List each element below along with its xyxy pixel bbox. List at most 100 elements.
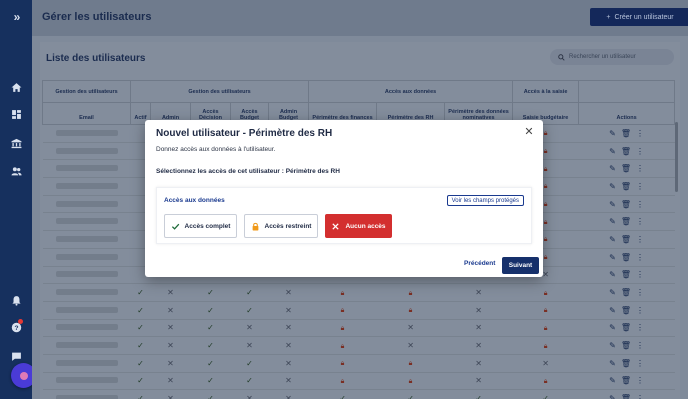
- delete-icon[interactable]: 🗑︎: [621, 359, 631, 368]
- lock-icon: 🔒︎: [543, 165, 548, 173]
- more-icon[interactable]: ⋮: [636, 376, 644, 385]
- cross-icon: ✕: [167, 358, 174, 368]
- delete-icon[interactable]: 🗑︎: [621, 270, 631, 279]
- view-protected-fields-button[interactable]: Voir les champs protégés: [446, 195, 524, 206]
- email-cell: [42, 336, 131, 355]
- column-header: Email: [42, 102, 131, 125]
- edit-icon[interactable]: ✎: [609, 323, 616, 332]
- close-icon[interactable]: ✕: [523, 126, 535, 138]
- lock-icon: 🔒︎: [543, 148, 548, 156]
- cross-icon: ✕: [285, 376, 292, 386]
- delete-icon[interactable]: 🗑︎: [621, 129, 631, 138]
- more-icon[interactable]: ⋮: [636, 200, 644, 209]
- plus-icon: +: [606, 13, 611, 21]
- more-icon[interactable]: ⋮: [636, 164, 644, 173]
- actions-cell: ✎ 🗑︎ ⋮: [578, 248, 675, 267]
- lock-icon: 🔒︎: [340, 377, 345, 385]
- restricted-access-label: Accès restreint: [264, 222, 312, 230]
- edit-icon[interactable]: ✎: [609, 253, 616, 262]
- delete-icon[interactable]: 🗑︎: [621, 164, 631, 173]
- lock-icon: 🔒︎: [340, 342, 345, 350]
- table-cell: ✓: [190, 283, 231, 302]
- sidebar: » ?: [0, 0, 32, 399]
- delete-icon[interactable]: 🗑︎: [621, 323, 631, 332]
- edit-icon[interactable]: ✎: [609, 217, 616, 226]
- lock-icon: 🔒︎: [408, 289, 413, 297]
- delete-icon[interactable]: 🗑︎: [621, 200, 631, 209]
- previous-button[interactable]: Précédent: [464, 260, 495, 267]
- more-icon[interactable]: ⋮: [636, 288, 644, 297]
- edit-icon[interactable]: ✎: [609, 270, 616, 279]
- delete-icon[interactable]: 🗑︎: [621, 376, 631, 385]
- restricted-access-option[interactable]: Accès restreint: [244, 214, 318, 238]
- edit-icon[interactable]: ✎: [609, 164, 616, 173]
- check-icon: ✓: [339, 394, 346, 399]
- email-cell: [42, 177, 131, 196]
- users-icon[interactable]: [9, 164, 23, 178]
- table-cell: ✓: [130, 283, 151, 302]
- delete-icon[interactable]: 🗑︎: [621, 253, 631, 262]
- table-cell: 🔒︎: [308, 372, 377, 391]
- edit-icon[interactable]: ✎: [609, 129, 616, 138]
- more-icon[interactable]: ⋮: [636, 323, 644, 332]
- delete-icon[interactable]: 🗑︎: [621, 235, 631, 244]
- edit-icon[interactable]: ✎: [609, 182, 616, 191]
- table-cell: ✕: [444, 354, 513, 373]
- more-icon[interactable]: ⋮: [636, 306, 644, 315]
- next-button[interactable]: Suivant: [502, 257, 539, 274]
- more-icon[interactable]: ⋮: [636, 147, 644, 156]
- edit-icon[interactable]: ✎: [609, 359, 616, 368]
- home-icon[interactable]: [9, 80, 23, 94]
- edit-icon[interactable]: ✎: [609, 341, 616, 350]
- edit-icon[interactable]: ✎: [609, 288, 616, 297]
- more-icon[interactable]: ⋮: [636, 270, 644, 279]
- email-cell: [42, 301, 131, 320]
- delete-icon[interactable]: 🗑︎: [621, 341, 631, 350]
- table-cell: ✓: [190, 372, 231, 391]
- more-icon[interactable]: ⋮: [636, 253, 644, 262]
- more-icon[interactable]: ⋮: [636, 129, 644, 138]
- no-access-option[interactable]: Aucun accès: [325, 214, 392, 238]
- check-icon: ✓: [137, 288, 144, 298]
- table-cell: ✕: [444, 283, 513, 302]
- email-placeholder: [55, 182, 118, 189]
- bank-icon[interactable]: [9, 136, 23, 150]
- table-cell: ✕: [150, 319, 191, 338]
- create-user-button[interactable]: + Créer un utilisateur: [590, 8, 688, 26]
- table-scrollbar[interactable]: [675, 122, 678, 192]
- more-icon[interactable]: ⋮: [636, 235, 644, 244]
- edit-icon[interactable]: ✎: [609, 200, 616, 209]
- bell-icon[interactable]: [9, 293, 23, 307]
- more-icon[interactable]: ⋮: [636, 217, 644, 226]
- edit-icon[interactable]: ✎: [609, 306, 616, 315]
- edit-icon[interactable]: ✎: [609, 147, 616, 156]
- email-cell: [42, 283, 131, 302]
- table-cell: ✓: [308, 389, 377, 399]
- chat-icon[interactable]: [9, 349, 23, 363]
- more-icon[interactable]: ⋮: [636, 394, 644, 399]
- edit-icon[interactable]: ✎: [609, 235, 616, 244]
- table-cell: 🔒︎: [376, 372, 445, 391]
- email-placeholder: [55, 306, 118, 313]
- edit-icon[interactable]: ✎: [609, 376, 616, 385]
- expand-sidebar-icon[interactable]: »: [10, 10, 24, 24]
- more-icon[interactable]: ⋮: [636, 359, 644, 368]
- more-icon[interactable]: ⋮: [636, 182, 644, 191]
- lock-icon: 🔒︎: [543, 218, 548, 226]
- modal-title: Nouvel utilisateur - Périmètre des RH: [156, 128, 333, 139]
- full-access-option[interactable]: Accès complet: [164, 214, 237, 238]
- table-cell: ✕: [268, 389, 309, 399]
- search-input[interactable]: Rechercher un utilisateur: [550, 49, 674, 65]
- check-icon: ✓: [207, 394, 214, 399]
- delete-icon[interactable]: 🗑︎: [621, 306, 631, 315]
- table-cell: ✕: [150, 336, 191, 355]
- access-label: Accès aux données: [164, 197, 225, 204]
- delete-icon[interactable]: 🗑︎: [621, 394, 631, 399]
- more-icon[interactable]: ⋮: [636, 341, 644, 350]
- delete-icon[interactable]: 🗑︎: [621, 288, 631, 297]
- dashboard-icon[interactable]: [9, 107, 23, 121]
- delete-icon[interactable]: 🗑︎: [621, 147, 631, 156]
- edit-icon[interactable]: ✎: [609, 394, 616, 399]
- delete-icon[interactable]: 🗑︎: [621, 217, 631, 226]
- delete-icon[interactable]: 🗑︎: [621, 182, 631, 191]
